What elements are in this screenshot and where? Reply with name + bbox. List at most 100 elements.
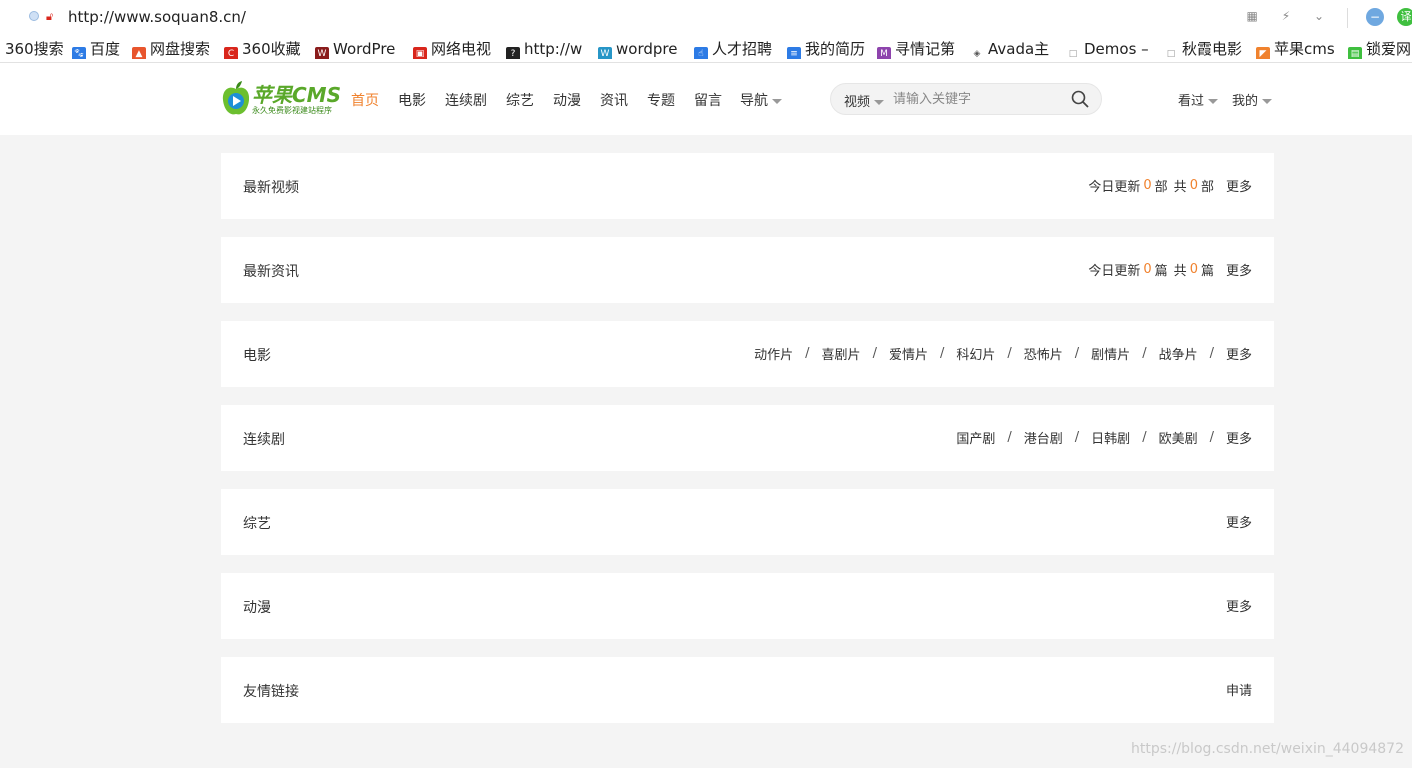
link-separator: / — [805, 346, 810, 361]
category-link[interactable]: 日韩剧 — [1091, 428, 1130, 447]
bookmark-label: 网络电视 — [431, 40, 492, 58]
category-link[interactable]: 战争片 — [1159, 344, 1198, 363]
category-link[interactable]: 爱情片 — [889, 344, 928, 363]
wordpress-icon: W — [598, 47, 612, 59]
address-url[interactable]: http://www.soquan8.cn/ — [68, 8, 246, 26]
bookmark-item[interactable]: ◤ 苹果cms — [1256, 39, 1335, 59]
bookmark-item[interactable]: ▤ 锁爱网 — [1348, 39, 1411, 59]
bookmark-item[interactable]: □ 秋霞电影 — [1164, 39, 1242, 59]
bookmark-item[interactable]: C 360收藏 — [224, 39, 301, 59]
bookmark-item[interactable]: Wwordpre — [598, 39, 677, 59]
more-link[interactable]: 更多 — [1226, 176, 1252, 195]
bookmark-item[interactable]: ▣ 网络电视 — [413, 39, 491, 59]
section-series: 连续剧 国产剧 / 港台剧 / 日韩剧 / 欧美剧 / 更多 — [221, 405, 1274, 471]
category-link[interactable]: 动作片 — [754, 344, 793, 363]
bookmark-item[interactable]: ? http://w — [506, 39, 582, 59]
link-separator: / — [939, 346, 945, 361]
bookmark-item[interactable]: ◈ Avada主 — [970, 39, 1050, 59]
search-type-select[interactable]: 视频 — [844, 91, 885, 110]
bookmark-item[interactable]: ☝︎ 人才招聘 — [694, 39, 772, 59]
link-separator: / — [1142, 430, 1147, 445]
bookmark-label: Avada主 — [988, 40, 1050, 58]
bookmark-item[interactable]: 360搜索 — [5, 39, 64, 59]
total-label: 共 — [1173, 264, 1187, 279]
search-icon[interactable] — [1071, 90, 1089, 108]
bookmark-label: WordPre — [333, 40, 396, 58]
nav-item-navigation[interactable]: 导航 — [740, 90, 782, 110]
search-input[interactable] — [893, 89, 1053, 109]
page-icon: □ — [1166, 49, 1176, 59]
link-separator: / — [1209, 430, 1214, 445]
category-link[interactable]: 喜剧片 — [822, 344, 861, 363]
watched-menu[interactable]: 看过 — [1178, 90, 1219, 109]
bookmark-item[interactable]: ≡ 我的简历 — [787, 39, 865, 59]
category-link[interactable]: 剧情片 — [1091, 344, 1130, 363]
more-link[interactable]: 更多 — [1226, 260, 1252, 279]
bookmark-item[interactable]: □ Demos – — [1066, 39, 1149, 59]
search-type-label: 视频 — [844, 95, 871, 110]
link-separator: / — [1142, 346, 1147, 361]
site-logo[interactable]: 苹果CMS 永久免费影视建站程序 — [221, 78, 341, 122]
category-link[interactable]: 科幻片 — [956, 344, 995, 363]
section-title: 综艺 — [243, 516, 271, 532]
page-icon: □ — [1068, 49, 1078, 59]
more-link[interactable]: 更多 — [1226, 596, 1252, 615]
bookmark-item[interactable]: ▲ 网盘搜索 — [132, 39, 210, 59]
link-separator: / — [1007, 430, 1012, 445]
nav-item-home[interactable]: 首页 — [351, 90, 379, 110]
c-logo-icon: C — [224, 47, 238, 59]
mine-menu[interactable]: 我的 — [1232, 90, 1273, 109]
nav-item-variety[interactable]: 综艺 — [506, 90, 534, 110]
m-logo-icon: M — [877, 47, 891, 59]
bookmark-label: wordpre — [616, 40, 678, 58]
bookmark-label: 我的简历 — [805, 40, 866, 58]
category-link[interactable]: 国产剧 — [956, 428, 995, 447]
category-link[interactable]: 欧美剧 — [1159, 428, 1198, 447]
section-title: 电影 — [243, 348, 271, 364]
page-status-icon — [29, 11, 39, 21]
section-variety: 综艺 更多 — [221, 489, 1274, 555]
nav-item-guestbook[interactable]: 留言 — [694, 90, 722, 110]
logo-name: 苹果CMS — [252, 83, 341, 107]
baidu-paw-icon: 🐾︎ — [72, 47, 86, 59]
nav-item-movies[interactable]: 电影 — [398, 90, 426, 110]
site-header: 苹果CMS 永久免费影视建站程序 首页 电影 连续剧 综艺 动漫 资讯 专题 留… — [0, 63, 1412, 135]
nav-item-news[interactable]: 资讯 — [600, 90, 628, 110]
bookmarks-bar: 360搜索 🐾︎ 百度 ▲ 网盘搜索 C 360收藏 W WordPre ▣ 网络电视? http:/… — [0, 36, 1412, 63]
section-anime: 动漫 更多 — [221, 573, 1274, 639]
more-link[interactable]: 更多 — [1226, 512, 1252, 531]
nav-item-anime[interactable]: 动漫 — [553, 90, 581, 110]
bookmark-label: 寻情记第 — [895, 40, 956, 58]
section-movies: 电影 动作片 / 喜剧片 / 爱情片 / 科幻片 / 恐怖片 / 剧情片 / 战争片 / 更多 — [221, 321, 1274, 387]
category-link[interactable]: 港台剧 — [1024, 428, 1063, 447]
apple-logo-icon — [222, 81, 250, 115]
category-link[interactable]: 恐怖片 — [1024, 344, 1063, 363]
bookmark-label: 百度 — [90, 40, 121, 58]
watched-label: 看过 — [1178, 94, 1205, 109]
nav-item-series[interactable]: 连续剧 — [445, 90, 487, 110]
hand-icon: ☝︎ — [694, 47, 708, 59]
diamond-icon: ◈ — [973, 49, 981, 59]
bookmark-item[interactable]: 🐾︎ 百度 — [72, 39, 120, 59]
section-title: 最新视频 — [243, 180, 299, 196]
resume-icon: ≡ — [787, 47, 801, 59]
today-label: 今日更新 — [1088, 264, 1141, 279]
unit-label: 篇 — [1200, 264, 1214, 279]
bookmark-item[interactable]: W WordPre — [315, 39, 395, 59]
more-link[interactable]: 更多 — [1226, 344, 1252, 363]
bookmark-item[interactable]: M 寻情记第 — [877, 39, 955, 59]
bookmark-label: 网盘搜索 — [150, 40, 211, 58]
apply-link[interactable]: 申请 — [1226, 680, 1252, 699]
extension-minus-icon[interactable]: − — [1366, 8, 1384, 26]
insecure-lock-icon[interactable]: 🔓︎ — [46, 10, 60, 24]
section-stats: 今日更新 0 部 共 0 部 更多 — [1088, 176, 1252, 195]
more-link[interactable]: 更多 — [1226, 428, 1252, 447]
total-label: 共 — [1173, 180, 1187, 195]
unit-label: 部 — [1154, 180, 1168, 195]
watermark: https://blog.csdn.net/weixin_44094872 — [1130, 741, 1404, 757]
translate-extension-icon[interactable]: 译 — [1397, 8, 1412, 26]
toolbar-icons[interactable]: ▦ ⚡ ⌄ — [1247, 9, 1334, 23]
logo-tagline: 永久免费影视建站程序 — [252, 106, 332, 115]
nav-item-topics[interactable]: 专题 — [647, 90, 675, 110]
today-count: 0 — [1143, 178, 1152, 193]
